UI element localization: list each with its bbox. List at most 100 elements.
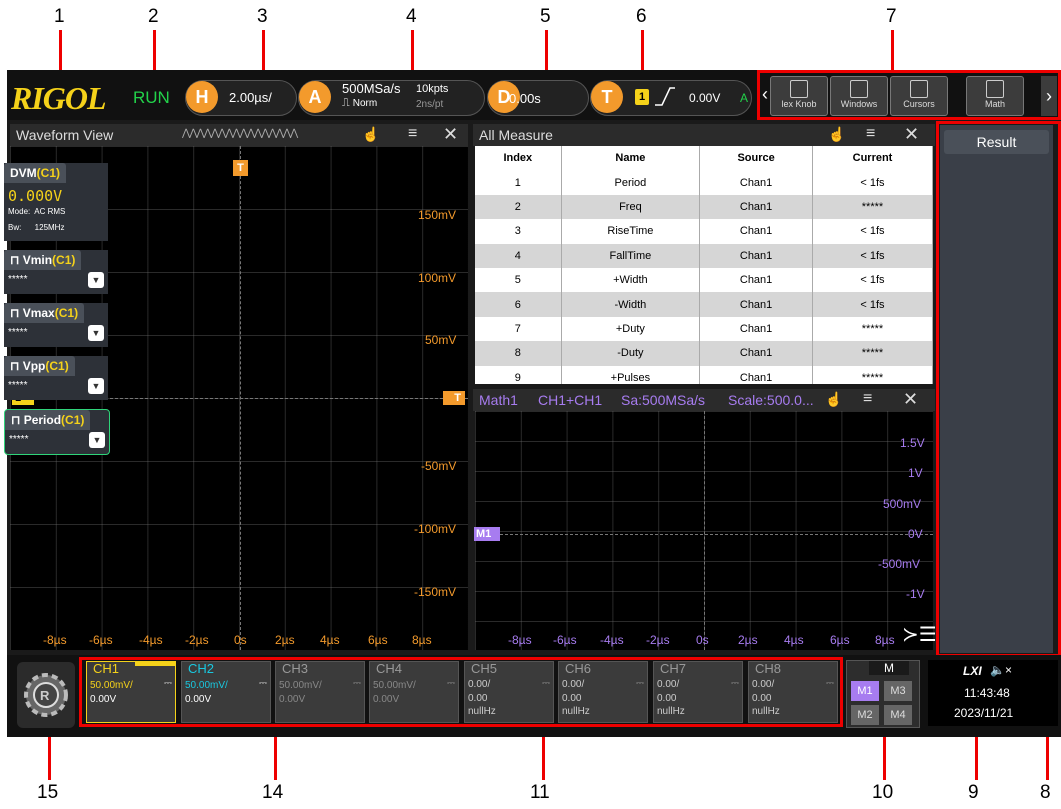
channel-ch2[interactable]: CH2 50.00mV/ 0.00V ⎓ [181,661,271,723]
horizontal-badge[interactable]: H [186,81,218,113]
callout-9: 9 [968,782,979,803]
clock-time: 11:43:48 [964,686,1010,700]
channel-ch8[interactable]: CH8 0.00/ 0.00 nullHz ⎓ [748,661,838,723]
waveform-view-title: Waveform View [16,127,114,143]
channel-ch5[interactable]: CH5 0.00/ 0.00 nullHz ⎓ [464,661,554,723]
dvm-card[interactable]: DVM(C1) 0.000V Mode: AC RMS Bw: 125MHz [4,163,108,241]
chevron-down-icon[interactable]: ▼ [88,378,104,394]
channel-name: CH2 [188,661,215,676]
math-panel-title: M [869,661,909,675]
math-button-m1[interactable]: M1 [851,681,879,701]
vmin-card[interactable]: ⊓ Vmin(C1) ***** ▼ [4,250,108,294]
x-tick-label: 8µs [875,633,895,647]
callout-2: 2 [148,6,159,27]
trigger-state: A [740,91,749,105]
channel-frequency: nullHz [468,706,496,717]
y-tick-label: -1V [906,587,925,601]
callout-6: 6 [636,6,647,27]
y-tick-label: 100mV [418,271,457,285]
horizontal-timebase[interactable]: 2.00µs/ [229,90,272,105]
channel-ch4[interactable]: CH4 50.00mV/ 0.00V ⎓ [369,661,459,723]
vmax-tab: ⊓ Vmax(C1) [4,303,85,323]
callout-7: 7 [886,6,897,27]
channel-ch1[interactable]: CH1 50.00mV/ 0.00V ⎓ [86,661,176,723]
x-tick-label: 2µs [738,633,758,647]
memory-depth: 10kpts [416,83,449,95]
close-icon[interactable]: ✕ [903,389,918,410]
trigger-position-marker[interactable]: T [233,160,248,176]
table-row[interactable]: 9 +Pulses Chan1 ***** [475,365,933,384]
speaker-muted-icon[interactable]: 🔈× [990,663,1012,677]
table-row[interactable]: 7 +Duty Chan1 ***** [475,316,933,342]
channel-name: CH6 [565,661,592,676]
chevron-down-icon[interactable]: ▼ [88,272,104,288]
channel-ch3[interactable]: CH3 50.00mV/ 0.00V ⎓ [275,661,365,723]
menu-icon[interactable]: ≡ [408,125,417,143]
home-button[interactable]: R [17,662,75,728]
callout-arrow-14 [274,736,277,780]
clock-date: 2023/11/21 [954,706,1014,720]
channel-scale: 50.00mV/ [373,680,416,691]
touch-icon[interactable]: ☝ [828,126,845,143]
close-icon[interactable]: ✕ [443,124,458,145]
y-tick-label: 1.5V [900,436,925,450]
callout-10: 10 [872,782,894,803]
vmin-tab: ⊓ Vmin(C1) [4,250,82,270]
x-tick-label: 8µs [412,633,432,647]
dc-coupling-icon: ⎓ [636,678,644,689]
vmax-card[interactable]: ⊓ Vmax(C1) ***** ▼ [4,303,108,347]
all-measure-title: All Measure [479,127,553,143]
y-tick-label: -500mV [878,557,921,571]
math-button-m4[interactable]: M4 [884,705,912,725]
channel-offset: 0.00 [468,693,488,704]
trigger-level-marker[interactable]: T [443,391,465,405]
vmax-value: ***** [8,327,28,338]
table-row[interactable]: 4 FallTime Chan1 < 1fs [475,243,933,268]
y-tick-label: 0V [908,527,923,541]
dc-coupling-icon: ⎓ [259,678,267,689]
period-card[interactable]: ⊓ Period(C1) ***** ▼ [4,409,110,455]
acquire-badge[interactable]: A [299,81,331,113]
dc-coupling-icon: ⎓ [353,678,361,689]
dvm-tab: DVM(C1) [4,163,67,183]
channel-ch7[interactable]: CH7 0.00/ 0.00 nullHz ⎓ [653,661,743,723]
callout-15: 15 [37,782,59,803]
table-row[interactable]: 3 RiseTime Chan1 < 1fs [475,219,933,244]
math-view-title: Math1 [479,392,518,408]
channel-frequency: nullHz [657,706,685,717]
vpp-card[interactable]: ⊓ Vpp(C1) ***** ▼ [4,356,108,400]
gear-icon: R [24,673,68,717]
math-button-m2[interactable]: M2 [851,705,879,725]
menu-icon[interactable]: ≡ [863,390,872,408]
trigger-level[interactable]: 0.00V [689,91,720,105]
memory-overview-bar: ⋀⋀⋀⋀⋀⋀⋀⋀⋀⋀⋀⋀⋀⋀⋀⋀ [182,128,298,139]
table-row[interactable]: 2 Freq Chan1 ***** [475,194,933,220]
chevron-down-icon[interactable]: ▼ [88,325,104,341]
run-status[interactable]: RUN [133,88,170,108]
chevron-down-icon[interactable]: ▼ [89,432,105,448]
dvm-value: 0.000V [8,187,63,205]
close-icon[interactable]: ✕ [904,124,919,145]
menu-icon[interactable]: ≡ [866,125,875,143]
math-button-m3[interactable]: M3 [884,681,912,701]
table-row[interactable]: 5 +Width Chan1 < 1fs [475,267,933,293]
channel-scale: 0.00/ [468,679,491,690]
all-measure-table: Index Name Source Current 1 Period Chan1 < … [475,146,933,384]
x-tick-label: 0s [696,633,709,647]
table-row[interactable]: 6 -Width Chan1 < 1fs [475,292,933,317]
channel-scale: 50.00mV/ [185,680,228,691]
table-row[interactable]: 8 -Duty Chan1 ***** [475,341,933,366]
trigger-badge[interactable]: T [591,81,623,113]
math-offset-marker[interactable]: M1 [474,527,500,541]
table-row[interactable]: 1 Period Chan1 < 1fs [475,170,933,195]
channel-name: CH7 [660,661,687,676]
math-scale: Scale:500.0... [728,392,814,408]
lxi-icon: LXI [963,664,982,678]
touch-icon[interactable]: ☝ [362,126,379,143]
svg-text:R: R [40,688,50,703]
delay-value[interactable]: 0.00s [509,91,541,106]
expand-menu-icon[interactable]: ≻☰ [902,622,937,647]
channel-ch6[interactable]: CH6 0.00/ 0.00 nullHz ⎓ [558,661,648,723]
touch-icon[interactable]: ☝ [825,391,842,408]
channel-offset: 0.00 [657,693,677,704]
